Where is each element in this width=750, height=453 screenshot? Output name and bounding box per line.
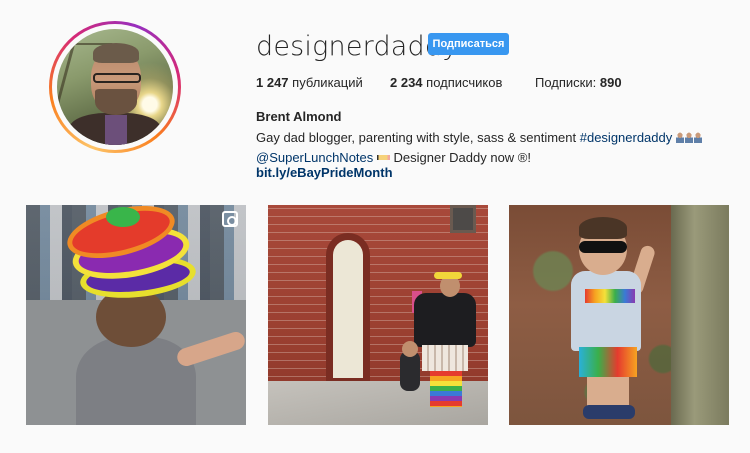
post-thumbnail[interactable]: [26, 205, 246, 425]
followers-stat[interactable]: 2 234 подписчиков: [390, 75, 502, 90]
profile-avatar-ring[interactable]: [49, 21, 181, 153]
post-kid-legs: [587, 377, 629, 407]
post-window: [450, 205, 476, 233]
bio-hashtag-link[interactable]: #designerdaddy: [580, 130, 673, 145]
avatar-shirt: [105, 115, 127, 145]
bio-external-link[interactable]: bit.ly/eBayPrideMonth: [256, 165, 393, 180]
following-label: Подписки:: [535, 75, 597, 90]
profile-full-name: Brent Almond: [256, 109, 342, 124]
post-kid-body: [400, 351, 420, 391]
posts-count: 1 247: [256, 75, 289, 90]
post-balloon: [106, 207, 140, 227]
post-kid-shorts: [579, 347, 637, 377]
avatar-frame: [52, 24, 178, 150]
post-tree-trunk: [671, 205, 729, 425]
bio-line-1: Gay dad blogger, parenting with style, s…: [256, 128, 703, 148]
post-kid-hair: [579, 217, 627, 239]
post-kid-head: [402, 341, 418, 357]
bio-mention-link[interactable]: @SuperLunchNotes: [256, 150, 373, 165]
post-rainbow-socks: [430, 371, 462, 407]
camera-icon: [222, 211, 238, 227]
avatar-hair: [93, 43, 139, 63]
profile-bio: Gay dad blogger, parenting with style, s…: [256, 128, 703, 167]
posts-stat: 1 247 публикаций: [256, 75, 363, 90]
followers-count: 2 234: [390, 75, 423, 90]
follow-button[interactable]: Подписаться: [428, 33, 509, 55]
family-emoji-icon: [675, 129, 703, 148]
bio-text: Gay dad blogger, parenting with style, s…: [256, 130, 580, 145]
posts-label: публикаций: [292, 75, 363, 90]
post-kid-body: [76, 337, 196, 425]
avatar-glasses: [93, 73, 141, 83]
post-rainbow-print: [585, 289, 635, 303]
post-man-shorts: [422, 345, 468, 371]
post-thumbnail[interactable]: [268, 205, 488, 425]
post-door: [333, 240, 363, 378]
post-kid-shirt: [571, 271, 641, 351]
following-count: 890: [599, 75, 622, 90]
avatar-beard: [95, 89, 137, 115]
pencil-emoji-icon: [376, 155, 390, 160]
following-stat[interactable]: Подписки: 890: [535, 75, 622, 90]
post-sunglasses: [579, 241, 627, 253]
bio-text-2: Designer Daddy now ®!: [389, 150, 531, 165]
post-visor: [434, 272, 462, 279]
post-man-body: [414, 293, 476, 347]
avatar[interactable]: [57, 29, 173, 145]
post-kid-shoes: [583, 405, 635, 419]
post-thumbnail[interactable]: [509, 205, 729, 425]
followers-label: подписчиков: [426, 75, 503, 90]
